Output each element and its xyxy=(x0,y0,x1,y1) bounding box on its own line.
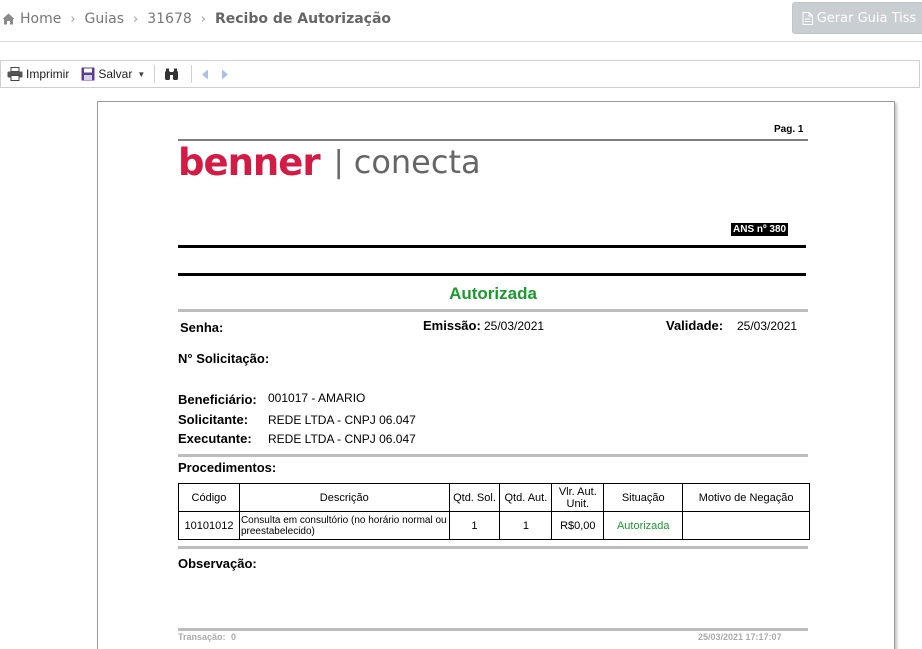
solicitante-value: REDE LTDA - CNPJ 06.047 xyxy=(268,413,416,427)
transacao-value: 0 xyxy=(231,632,237,642)
divider xyxy=(178,273,806,276)
save-label: Salvar xyxy=(98,67,133,81)
table-row: 10101012 Consulta em consultório (no hor… xyxy=(178,511,810,540)
page-number: Pag. 1 xyxy=(774,124,804,135)
next-page-button[interactable] xyxy=(215,63,235,85)
column-header-qtd-aut: Qtd. Aut. xyxy=(499,483,553,512)
print-label: Imprimir xyxy=(26,67,70,81)
logo-separator: | xyxy=(333,144,344,180)
benner-conecta-logo: benner | conecta xyxy=(178,140,481,184)
report-toolbar: Imprimir Salvar ▼ xyxy=(0,60,920,88)
previous-page-button[interactable] xyxy=(195,63,215,85)
logo-product: conecta xyxy=(353,143,481,181)
cell-motivo-negacao xyxy=(682,511,810,540)
cell-situacao: Autorizada xyxy=(603,511,684,540)
arrow-left-icon xyxy=(202,69,209,79)
column-header-situacao: Situação xyxy=(603,483,684,512)
breadcrumb-guide-id[interactable]: 31678 xyxy=(147,11,192,27)
senha-label: Senha: xyxy=(180,320,224,335)
beneficiario-value: 001017 - AMARIO xyxy=(268,391,366,405)
table-header-row: Código Descrição Qtd. Sol. Qtd. Aut. Vlr… xyxy=(178,483,810,512)
save-button[interactable]: Salvar ▼ xyxy=(75,63,151,85)
cell-qtd-sol: 1 xyxy=(448,511,501,540)
executante-label: Executante: xyxy=(178,431,252,446)
toolbar-divider xyxy=(191,65,193,83)
find-button[interactable] xyxy=(158,63,188,85)
divider xyxy=(178,628,808,631)
divider xyxy=(178,546,808,549)
top-bar: Home › Guias › 31678 › Recibo de Autoriz… xyxy=(0,0,922,42)
binoculars-icon xyxy=(165,68,179,80)
procedimentos-label: Procedimentos: xyxy=(178,460,277,475)
column-header-codigo: Código xyxy=(178,483,240,512)
solicitante-label: Solicitante: xyxy=(178,412,249,427)
validade-value: 25/03/2021 xyxy=(737,319,798,333)
footer-timestamp: 25/03/2021 17:17:07 xyxy=(698,632,782,642)
divider xyxy=(178,454,808,457)
divider xyxy=(178,309,808,312)
cell-vlr-aut-unit: R$0,00 xyxy=(551,511,605,540)
column-header-qtd-sol: Qtd. Sol. xyxy=(448,483,501,512)
breadcrumb: Home › Guias › 31678 › Recibo de Autoriz… xyxy=(2,11,391,27)
cell-codigo: 10101012 xyxy=(178,511,240,540)
emissao-value: 25/03/2021 xyxy=(484,319,545,333)
printer-icon xyxy=(7,67,23,81)
breadcrumb-current: Recibo de Autorização xyxy=(214,11,392,27)
breadcrumb-separator: › xyxy=(70,11,76,27)
home-icon xyxy=(2,13,15,25)
emissao-label: Emissão: xyxy=(423,318,481,333)
ans-badge: ANS nº 380 xyxy=(731,223,789,236)
solicitacao-label: N° Solicitação: xyxy=(178,351,270,366)
validade-label: Validade: xyxy=(666,318,724,333)
transacao-label: Transação: xyxy=(178,632,226,642)
column-header-vlr-aut-unit: Vlr. Aut. Unit. xyxy=(551,483,605,512)
breadcrumb-separator: › xyxy=(200,11,206,27)
floppy-disk-icon xyxy=(81,67,95,81)
report-page: Pag. 1 benner | conecta ANS nº 380 Autor… xyxy=(97,101,895,649)
document-icon xyxy=(802,11,813,25)
breadcrumb-separator: › xyxy=(133,11,139,27)
gerar-guia-tiss-button[interactable]: Gerar Guia Tiss xyxy=(792,2,922,34)
divider xyxy=(178,245,806,248)
beneficiario-label: Beneficiário: xyxy=(178,392,257,407)
cell-descricao: Consulta em consultório (no horário norm… xyxy=(238,511,450,540)
breadcrumb-guias[interactable]: Guias xyxy=(85,11,124,27)
chevron-down-icon[interactable]: ▼ xyxy=(137,70,145,79)
breadcrumb-home[interactable]: Home xyxy=(20,11,61,27)
report-viewer[interactable]: Pag. 1 benner | conecta ANS nº 380 Autor… xyxy=(0,90,922,649)
gerar-guia-tiss-label: Gerar Guia Tiss xyxy=(816,10,917,26)
observacao-label: Observação: xyxy=(178,556,257,571)
procedures-table: Código Descrição Qtd. Sol. Qtd. Aut. Vlr… xyxy=(178,483,810,540)
executante-value: REDE LTDA - CNPJ 06.047 xyxy=(268,432,416,446)
column-header-motivo-negacao: Motivo de Negação xyxy=(682,483,810,512)
arrow-right-icon xyxy=(222,69,229,79)
logo-brand: benner xyxy=(178,140,321,184)
print-button[interactable]: Imprimir xyxy=(1,63,75,85)
authorization-status: Autorizada xyxy=(449,284,537,303)
toolbar-divider xyxy=(154,65,156,83)
column-header-descricao: Descrição xyxy=(238,483,450,512)
cell-qtd-aut: 1 xyxy=(499,511,553,540)
